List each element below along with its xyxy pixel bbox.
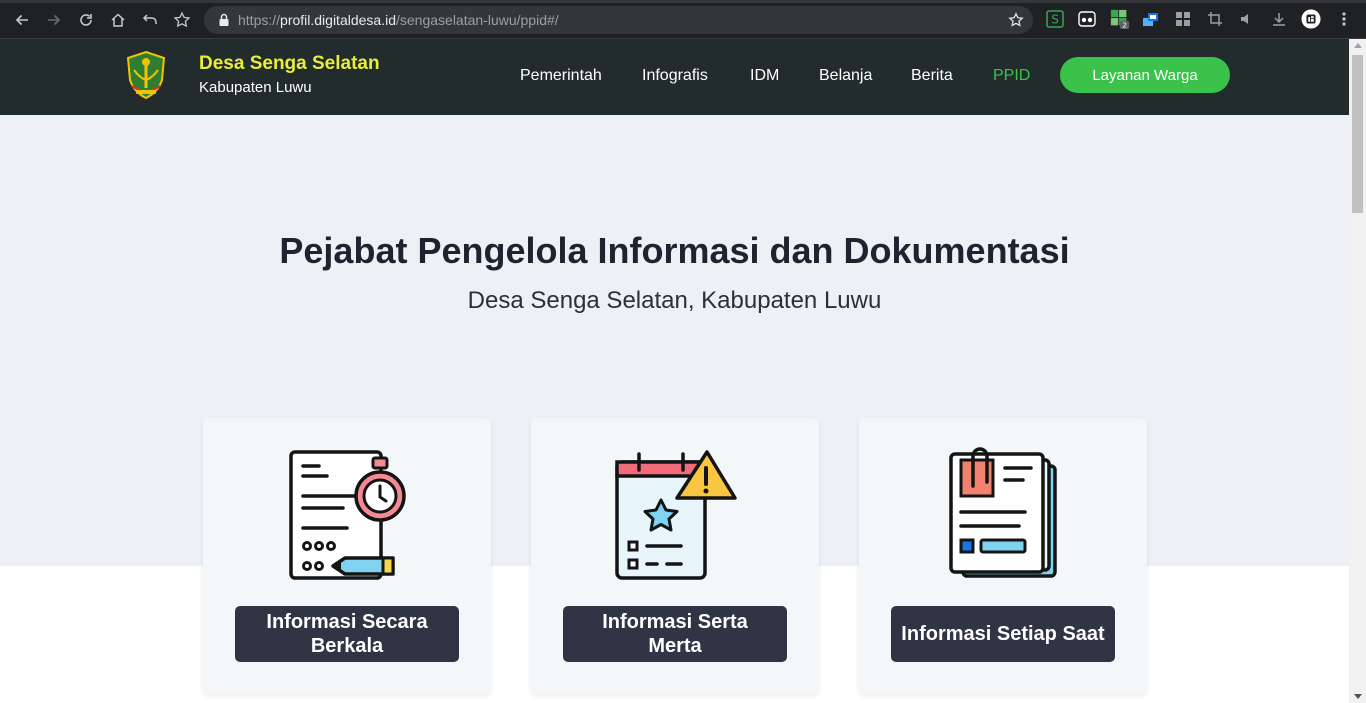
documents-clip-icon [939,446,1067,580]
menu-icon[interactable] [1334,9,1354,29]
page-title: Pejabat Pengelola Informasi dan Dokument… [279,230,1070,271]
card-informasi-setiap-saat[interactable]: Informasi Setiap Saat [859,418,1147,694]
nav-pemerintah[interactable]: Pemerintah [520,67,602,85]
card-button-setiap-saat[interactable]: Informasi Setiap Saat [891,606,1115,662]
lock-icon[interactable] [216,12,232,28]
scroll-up-arrow-icon[interactable] [1354,43,1362,48]
download-icon[interactable] [1269,9,1289,29]
nav-idm[interactable]: IDM [750,67,779,85]
site-header: Desa Senga Selatan Kabupaten Luwu Pemeri… [0,39,1349,115]
extension-s-icon[interactable]: S [1045,9,1065,29]
browser-toolbar: https://profil.digitaldesa.id/sengaselat… [0,0,1366,39]
layanan-warga-button[interactable]: Layanan Warga [1060,57,1230,93]
extension-grid-icon[interactable]: 2 [1110,9,1130,30]
card-informasi-serta-merta[interactable]: Informasi Serta Merta [531,418,819,694]
back-icon[interactable] [10,8,34,32]
undo-icon[interactable] [138,8,162,32]
nav-ppid[interactable]: PPID [993,67,1030,85]
svg-text:2: 2 [1122,21,1127,30]
nav-belanja[interactable]: Belanja [819,67,872,85]
brand-subtitle: Kabupaten Luwu [199,79,312,96]
profile-icon[interactable] [1301,9,1321,29]
svg-text:S: S [1051,13,1059,27]
forward-icon[interactable] [42,8,66,32]
url-host: profil.digitaldesa.id [280,12,396,28]
village-logo-icon[interactable] [124,50,168,100]
card-button-serta-merta[interactable]: Informasi Serta Merta [563,606,787,662]
nav-berita[interactable]: Berita [911,67,953,85]
document-stopwatch-icon [283,446,411,580]
scroll-down-arrow-icon[interactable] [1354,694,1362,699]
page-scrollbar[interactable] [1349,39,1366,703]
star-icon[interactable] [1007,11,1025,29]
home-icon[interactable] [106,8,130,32]
brand-name[interactable]: Desa Senga Selatan [199,53,380,75]
crop-icon[interactable] [1205,9,1225,29]
card-informasi-berkala[interactable]: Informasi Secara Berkala [203,418,491,694]
card-button-berkala[interactable]: Informasi Secara Berkala [235,606,459,662]
url-text[interactable]: https://profil.digitaldesa.id/sengaselat… [238,12,559,28]
extension-cube-icon[interactable] [1141,9,1161,29]
page-subtitle: Desa Senga Selatan, Kabupaten Luwu [467,287,882,314]
calendar-warning-icon [611,446,739,580]
reload-icon[interactable] [74,8,98,32]
address-bar[interactable]: https://profil.digitaldesa.id/sengaselat… [204,6,1033,34]
scrollbar-thumb[interactable] [1352,55,1363,213]
extension-apps-icon[interactable] [1173,9,1193,29]
nav-infografis[interactable]: Infografis [642,67,708,85]
bookmark-icon[interactable] [170,8,194,32]
extension-glasses-icon[interactable] [1077,9,1097,29]
browser-tabstrip-edge [0,0,1366,3]
url-path: /sengaselatan-luwu/ppid#/ [396,12,559,28]
mute-icon[interactable] [1237,9,1257,29]
